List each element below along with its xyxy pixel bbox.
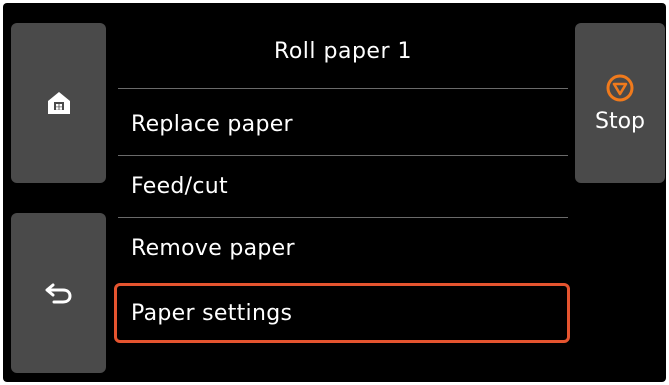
menu-item-remove-paper[interactable]: Remove paper xyxy=(118,218,568,278)
stop-label: Stop xyxy=(594,108,645,134)
screen-title: Roll paper 1 xyxy=(274,39,412,64)
back-button[interactable] xyxy=(11,213,106,373)
stop-icon xyxy=(605,73,635,103)
menu-item-feed-cut[interactable]: Feed/cut xyxy=(118,156,568,216)
home-button[interactable] xyxy=(11,23,106,183)
printer-panel: Stop Roll paper 1 Replace paper Feed/cut… xyxy=(3,3,666,382)
back-arrow-icon xyxy=(44,281,74,305)
home-icon xyxy=(45,89,73,117)
stop-button[interactable]: Stop xyxy=(575,23,665,183)
title-divider xyxy=(118,88,568,89)
screenshot-frame: Stop Roll paper 1 Replace paper Feed/cut… xyxy=(0,0,669,385)
menu-item-replace-paper[interactable]: Replace paper xyxy=(118,94,568,154)
menu-item-paper-settings[interactable]: Paper settings xyxy=(114,283,570,343)
